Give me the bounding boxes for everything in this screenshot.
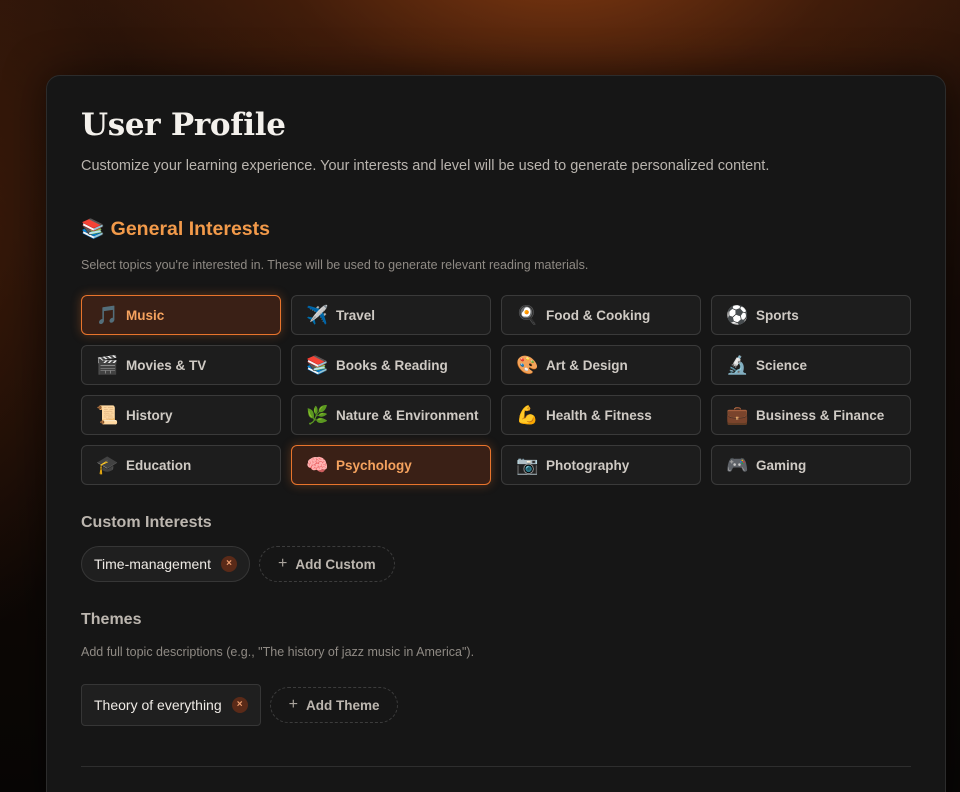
books-icon: 📚 bbox=[81, 219, 105, 240]
interest-chip-label: Science bbox=[756, 357, 808, 373]
interest-chip-food-and-cooking[interactable]: 🍳 Food & Cooking bbox=[501, 295, 701, 335]
profile-card: User Profile Customize your learning exp… bbox=[46, 75, 946, 792]
interest-chip-gaming[interactable]: 🎮 Gaming bbox=[711, 445, 911, 485]
add-theme-label: Add Theme bbox=[305, 697, 380, 713]
remove-theme-icon[interactable]: × bbox=[231, 697, 248, 713]
theme-tag: Theory of everything × bbox=[81, 684, 261, 726]
interest-chip-label: Sports bbox=[756, 307, 799, 323]
interest-chip-health-and-fitness[interactable]: 💪 Health & Fitness bbox=[501, 395, 701, 435]
gaming-icon: 🎮 bbox=[726, 455, 749, 475]
interest-chip-psychology[interactable]: 🧠 Psychology bbox=[291, 445, 491, 485]
books-and-reading-icon: 📚 bbox=[306, 355, 329, 375]
interest-chip-label: Psychology bbox=[336, 457, 412, 473]
interest-chip-label: Music bbox=[126, 307, 165, 323]
interest-chip-label: History bbox=[126, 407, 173, 423]
sports-icon: ⚽ bbox=[726, 305, 749, 325]
interest-chip-travel[interactable]: ✈️ Travel bbox=[291, 295, 491, 335]
themes-title: Themes bbox=[81, 611, 142, 628]
section-divider bbox=[81, 766, 911, 767]
interest-chip-music[interactable]: 🎵 Music bbox=[81, 295, 281, 335]
psychology-icon: 🧠 bbox=[306, 455, 329, 475]
custom-interests-row: Time-management × + Add Custom bbox=[81, 546, 395, 582]
general-interests-title: General Interests bbox=[110, 217, 270, 240]
theme-tag-label: Theory of everything bbox=[94, 697, 222, 713]
interest-chip-label: Photography bbox=[546, 457, 630, 473]
themes-row: Theory of everything × + Add Theme bbox=[81, 684, 399, 726]
remove-tag-icon[interactable]: × bbox=[220, 556, 237, 572]
education-icon: 🎓 bbox=[96, 455, 119, 475]
page-subtitle: Customize your learning experience. Your… bbox=[81, 158, 770, 174]
interest-chip-art-and-design[interactable]: 🎨 Art & Design bbox=[501, 345, 701, 385]
interest-chip-label: Nature & Environment bbox=[336, 407, 479, 423]
business-and-finance-icon: 💼 bbox=[726, 405, 749, 425]
nature-and-environment-icon: 🌿 bbox=[306, 405, 329, 425]
interest-chip-education[interactable]: 🎓 Education bbox=[81, 445, 281, 485]
interest-chip-photography[interactable]: 📷 Photography bbox=[501, 445, 701, 485]
health-and-fitness-icon: 💪 bbox=[516, 405, 539, 425]
custom-interests-title: Custom Interests bbox=[81, 514, 212, 531]
interest-chip-label: Movies & TV bbox=[126, 357, 207, 373]
interest-chip-label: Food & Cooking bbox=[546, 307, 651, 323]
plus-icon: + bbox=[288, 696, 298, 713]
art-and-design-icon: 🎨 bbox=[516, 355, 539, 375]
movies-and-tv-icon: 🎬 bbox=[96, 355, 119, 375]
interest-chip-label: Education bbox=[126, 457, 192, 473]
interest-chip-science[interactable]: 🔬 Science bbox=[711, 345, 911, 385]
interest-chip-label: Travel bbox=[336, 307, 376, 323]
interest-chip-sports[interactable]: ⚽ Sports bbox=[711, 295, 911, 335]
interest-grid: 🎵 Music ✈️ Travel 🍳 Food & Cooking ⚽ Sports 🎬 Mov… bbox=[81, 295, 911, 485]
interest-chip-label: Health & Fitness bbox=[546, 407, 652, 423]
interest-chip-nature-and-environment[interactable]: 🌿 Nature & Environment bbox=[291, 395, 491, 435]
interest-chip-movies-and-tv[interactable]: 🎬 Movies & TV bbox=[81, 345, 281, 385]
history-icon: 📜 bbox=[96, 405, 119, 425]
interest-chip-business-and-finance[interactable]: 💼 Business & Finance bbox=[711, 395, 911, 435]
custom-interest-tag: Time-management × bbox=[81, 546, 250, 582]
page-title: User Profile bbox=[81, 107, 286, 143]
general-interests-description: Select topics you're interested in. Thes… bbox=[81, 258, 589, 272]
interest-chip-label: Art & Design bbox=[546, 357, 628, 373]
add-custom-label: Add Custom bbox=[295, 556, 376, 572]
music-icon: 🎵 bbox=[96, 305, 119, 325]
interest-chip-label: Gaming bbox=[756, 457, 807, 473]
custom-interest-tag-label: Time-management bbox=[94, 556, 211, 572]
interest-chip-history[interactable]: 📜 History bbox=[81, 395, 281, 435]
add-custom-button[interactable]: + Add Custom bbox=[258, 546, 395, 582]
food-and-cooking-icon: 🍳 bbox=[516, 305, 539, 325]
science-icon: 🔬 bbox=[726, 355, 749, 375]
interest-chip-books-and-reading[interactable]: 📚 Books & Reading bbox=[291, 345, 491, 385]
themes-description: Add full topic descriptions (e.g., "The … bbox=[81, 645, 475, 659]
plus-icon: + bbox=[277, 555, 288, 572]
general-interests-heading: 📚 General Interests bbox=[81, 217, 270, 241]
interest-chip-label: Business & Finance bbox=[756, 407, 885, 423]
travel-icon: ✈️ bbox=[306, 305, 329, 325]
photography-icon: 📷 bbox=[516, 455, 539, 475]
interest-chip-label: Books & Reading bbox=[336, 357, 448, 373]
add-theme-button[interactable]: + Add Theme bbox=[269, 687, 399, 723]
